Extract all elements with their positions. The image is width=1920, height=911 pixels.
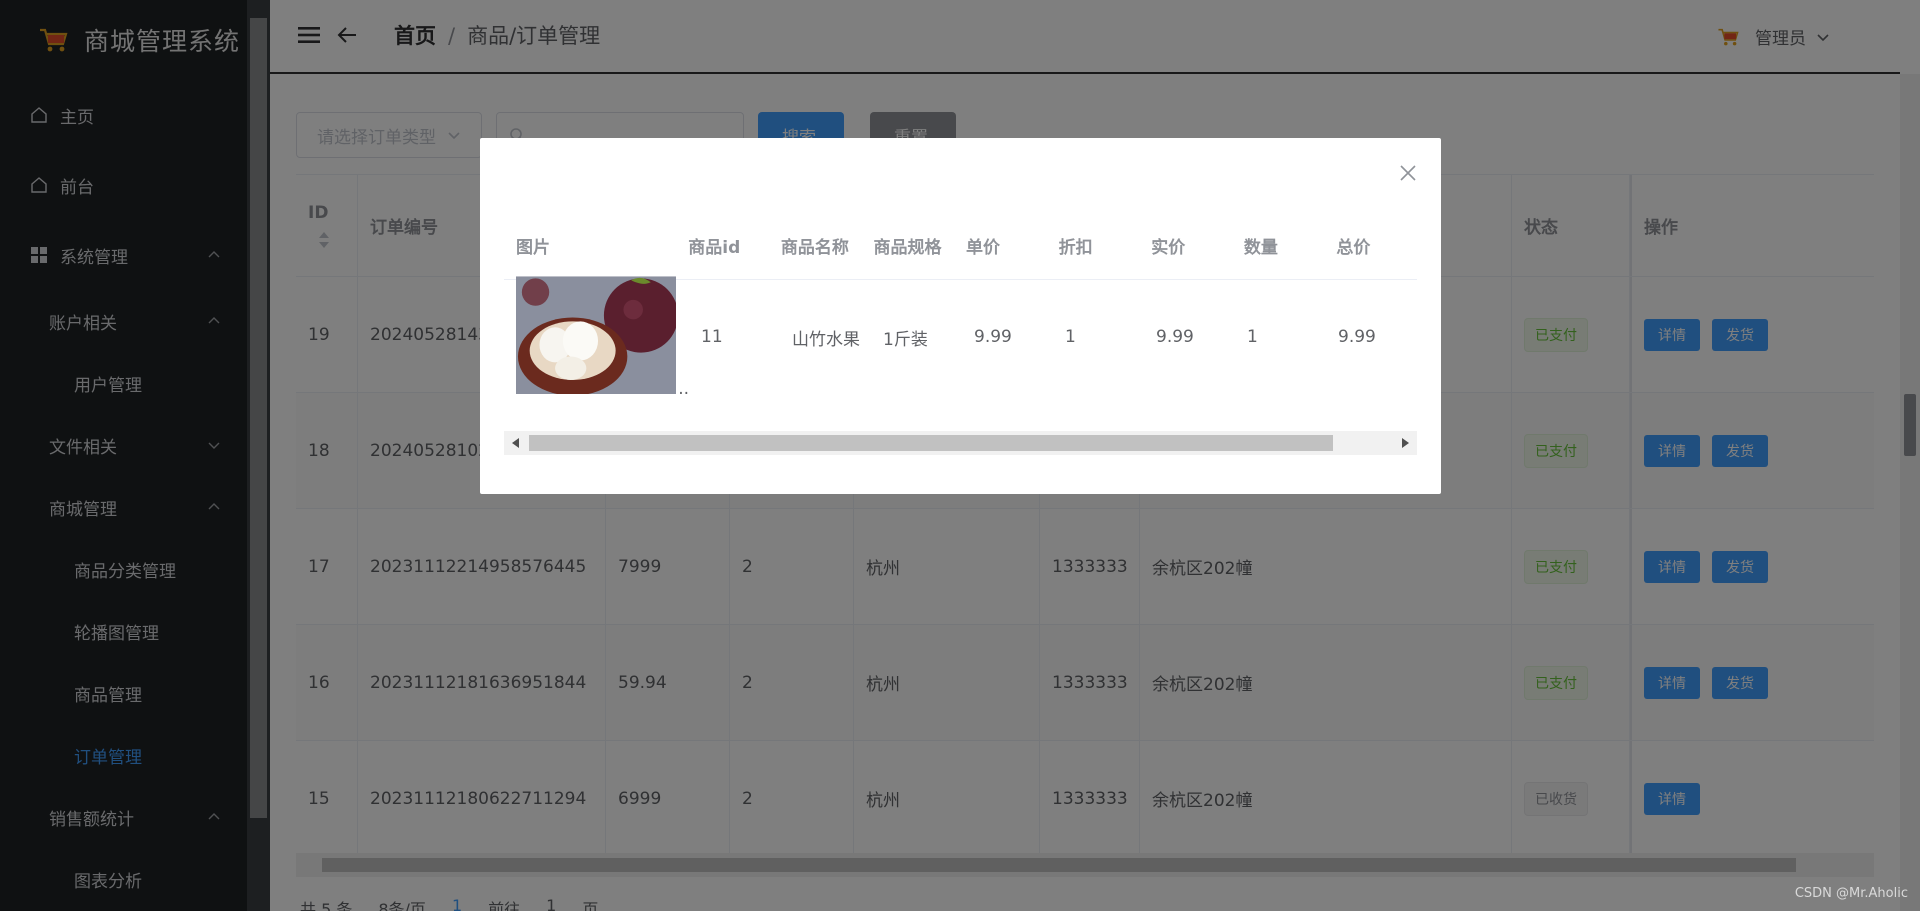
- scroll-left-icon[interactable]: [512, 438, 519, 448]
- order-items-header: 图片 商品id 商品名称 商品规格 单价 折扣 实价 数量 总价: [504, 212, 1417, 280]
- dialog-column-header: 单价: [966, 238, 1001, 258]
- discount-cell: 1: [1065, 327, 1076, 347]
- dialog-horizontal-scrollbar[interactable]: [504, 431, 1417, 455]
- dialog-column-header: 商品规格: [873, 238, 942, 258]
- unit-price-cell: 9.99: [974, 327, 1012, 347]
- goods-id-cell: 11: [701, 327, 723, 347]
- goods-image-cell: ..: [504, 275, 689, 394]
- close-icon[interactable]: [1399, 164, 1417, 182]
- real-price-cell: 9.99: [1156, 327, 1194, 347]
- scrollbar-thumb[interactable]: [529, 435, 1333, 451]
- dialog-column-header: 数量: [1243, 238, 1278, 258]
- order-item-row: .. 11 山竹水果 1斤装 9.99 1 9.99 1 9.99: [504, 276, 1417, 394]
- goods-spec-cell: 1斤装: [883, 329, 928, 350]
- goods-name-cell: 山竹水果: [792, 329, 860, 350]
- dialog-column-header: 图片: [516, 238, 550, 258]
- dialog-column-header: 总价: [1336, 238, 1371, 258]
- order-detail-dialog: 图片 商品id 商品名称 商品规格 单价 折扣 实价 数量 总价 .. 11 山竹: [480, 138, 1441, 494]
- order-items-table: 图片 商品id 商品名称 商品规格 单价 折扣 实价 数量 总价 .. 11 山竹: [504, 212, 1417, 394]
- scroll-right-icon[interactable]: [1402, 438, 1409, 448]
- total-price-cell: 9.99: [1338, 327, 1376, 347]
- dialog-column-header: 折扣: [1058, 238, 1093, 258]
- watermark: CSDN @Mr.Aholic: [1794, 886, 1908, 901]
- dialog-column-header: 实价: [1151, 238, 1186, 258]
- dialog-column-header: 商品id: [688, 238, 741, 258]
- quantity-cell: 1: [1247, 327, 1258, 347]
- mangosteen-image[interactable]: [516, 275, 677, 394]
- image-overflow-ellipsis: ..: [678, 379, 689, 394]
- dialog-column-header: 商品名称: [780, 238, 849, 258]
